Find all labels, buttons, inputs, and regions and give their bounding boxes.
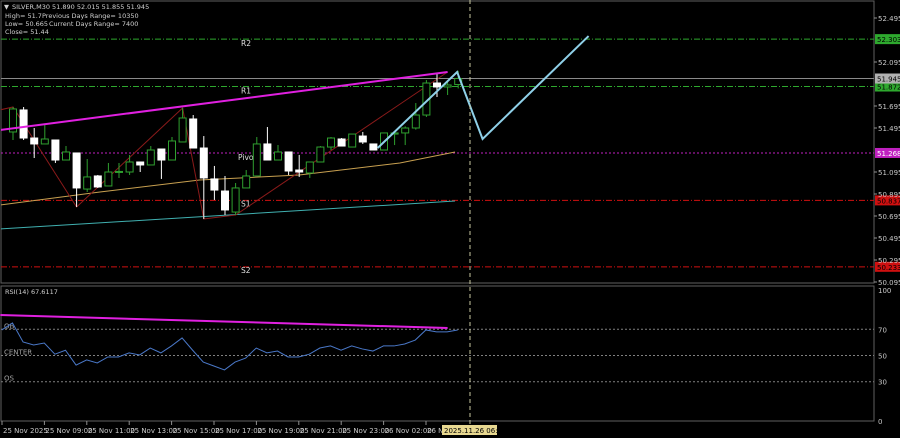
x-tick-label: 25 Nov 19:00 <box>257 427 304 435</box>
x-tick-label: 25 Nov 23:00 <box>342 427 389 435</box>
bear-candle-body <box>189 118 198 149</box>
candle <box>316 146 325 163</box>
bear-candle-body <box>30 137 39 145</box>
previous-range-text: Previous Days Range= 10350 <box>42 12 139 20</box>
candle <box>337 138 346 147</box>
bull-candle-body <box>401 127 410 134</box>
rsi-level-label: CENTER <box>4 349 32 357</box>
bear-candle-body <box>199 147 208 179</box>
bear-candle-body <box>136 161 145 166</box>
y-tick-label: 50.495 <box>878 235 900 243</box>
trading-chart[interactable]: R2R1PivotS1S2 OBCENTEROS 52.30351.87251.… <box>0 0 900 438</box>
candle <box>369 143 378 151</box>
candle <box>93 174 102 188</box>
bull-candle-body <box>62 151 70 161</box>
x-tick-label: 25 Nov 09:00 <box>45 427 92 435</box>
rsi-y-tick-label: 50 <box>878 353 887 361</box>
y-tick-label: 52.095 <box>878 59 900 67</box>
candle <box>51 139 60 163</box>
current-price-text: 51.945 <box>877 76 900 84</box>
bull-candle-body <box>40 138 49 145</box>
symbol-ohlc-line: SILVER,M30 51.890 52.015 51.855 51.945 <box>12 3 149 11</box>
bull-candle-body <box>115 170 123 173</box>
bear-candle-body <box>157 148 166 161</box>
high-text: High= 51.7 <box>5 12 42 20</box>
level-label-s1: S1 <box>241 199 251 208</box>
bull-candle-body <box>274 151 282 161</box>
rsi-y-tick-label: 0 <box>878 418 882 426</box>
bear-candle-body <box>358 135 367 143</box>
bear-candle-body <box>295 169 304 173</box>
rsi-y-tick-label: 70 <box>878 326 887 334</box>
x-tick-label: 25 Nov 2025 <box>3 427 48 435</box>
y-tick-label: 50.295 <box>878 257 900 265</box>
x-tick-label: 25 Nov 11:00 <box>88 427 135 435</box>
bull-candle-body <box>305 161 314 174</box>
price-badge-text: 50.233 <box>877 264 900 272</box>
low-text: Low= 50.665 <box>5 20 48 28</box>
candle <box>19 106 28 140</box>
bull-candle-body <box>231 187 240 213</box>
y-tick-label: 50.695 <box>878 213 900 221</box>
bull-candle-body <box>104 171 113 187</box>
rsi-level-label: OS <box>4 375 15 383</box>
x-tick-label: 25 Nov 13:00 <box>130 427 177 435</box>
candle <box>348 133 357 148</box>
bear-candle-body <box>433 82 441 88</box>
y-tick-label: 51.095 <box>878 169 900 177</box>
rsi-y-tick-label: 100 <box>878 287 891 295</box>
price-badge-text: 52.303 <box>877 36 900 44</box>
level-label-s2: S2 <box>241 266 251 275</box>
x-tick-label: 25 Nov 21:00 <box>300 427 347 435</box>
close-text: Close= 51.44 <box>5 28 49 36</box>
chart-background <box>0 0 900 438</box>
bear-candle-body <box>337 138 346 147</box>
bull-candle-body <box>411 114 420 129</box>
rsi-y-tick-label: 30 <box>878 379 887 387</box>
price-badge-text: 51.268 <box>877 150 900 158</box>
bull-candle-body <box>168 140 176 161</box>
x-tick-label: 25 Nov 17:00 <box>215 427 262 435</box>
bull-candle-body <box>178 117 187 143</box>
y-tick-label: 52.495 <box>878 15 900 23</box>
bull-candle-body <box>242 175 251 189</box>
bear-candle-body <box>72 152 81 189</box>
bull-candle-body <box>316 146 325 163</box>
candle <box>189 115 198 149</box>
bear-candle-body <box>284 151 293 172</box>
bear-candle-body <box>19 109 28 139</box>
level-label-r2: R2 <box>241 39 251 48</box>
x-tick-label: 25 Nov 15:00 <box>173 427 220 435</box>
bear-candle-body <box>221 190 229 211</box>
y-tick-label: 51.695 <box>878 103 900 111</box>
rsi-title: RSI(14) 67.6117 <box>5 288 58 296</box>
cursor-time-label: 2025.11.26 06:00 <box>444 427 506 435</box>
bear-candle-body <box>369 143 378 151</box>
dropdown-triangle-icon[interactable]: ▼ <box>4 3 9 11</box>
bear-candle-body <box>210 178 219 191</box>
bull-candle-body <box>252 143 261 177</box>
current-range-text: Current Days Range= 7400 <box>49 20 138 28</box>
level-label-r1: R1 <box>241 87 251 96</box>
bear-candle-body <box>93 175 102 188</box>
bull-candle-body <box>348 133 357 148</box>
x-tick-label: 26 Nov 02:00 <box>385 427 432 435</box>
bull-candle-body <box>146 149 155 166</box>
y-tick-label: 51.495 <box>878 125 900 133</box>
bear-candle-body <box>51 139 60 161</box>
price-badge-text: 51.872 <box>877 84 900 92</box>
y-tick-label: 50.095 <box>878 279 900 287</box>
candle <box>231 183 240 216</box>
bull-candle-body <box>443 84 452 88</box>
bear-candle-body <box>263 143 272 161</box>
bull-candle-body <box>83 176 92 190</box>
y-tick-label: 50.895 <box>878 191 900 199</box>
bull-candle-body <box>327 137 335 148</box>
bull-candle-body <box>125 161 134 173</box>
